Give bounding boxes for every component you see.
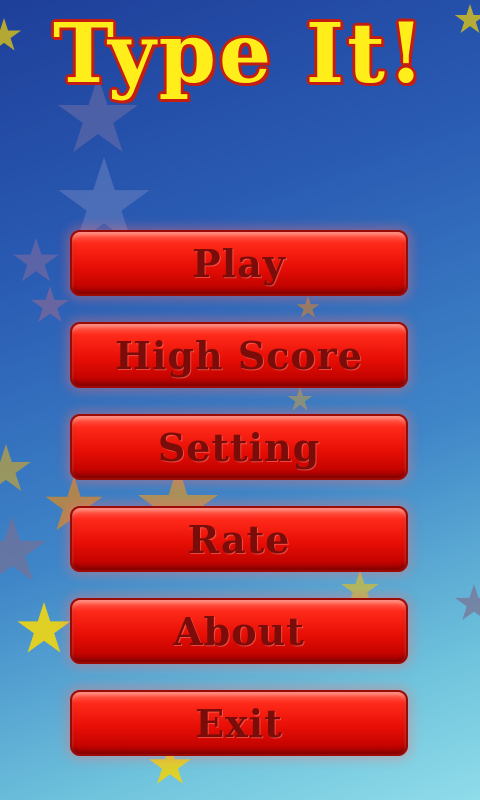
game-title: Type It! bbox=[53, 6, 427, 102]
exit-button-label: Exit bbox=[195, 700, 283, 746]
rate-button-label: Rate bbox=[187, 516, 291, 562]
star-decoration-icon bbox=[17, 602, 71, 653]
star-decoration-icon bbox=[287, 387, 313, 411]
exit-button[interactable]: Exit bbox=[70, 690, 408, 756]
high-score-button-label: High Score bbox=[115, 332, 363, 378]
star-decoration-icon bbox=[13, 238, 59, 282]
about-button[interactable]: About bbox=[70, 598, 408, 664]
setting-button-label: Setting bbox=[157, 424, 321, 470]
star-decoration-icon bbox=[454, 584, 480, 621]
play-button-label: Play bbox=[192, 240, 286, 286]
setting-button[interactable]: Setting bbox=[70, 414, 408, 480]
star-decoration-icon bbox=[296, 296, 320, 318]
star-decoration-icon bbox=[30, 286, 70, 323]
star-background bbox=[0, 4, 480, 784]
main-menu-screen: Type It! Play High Score Setting Rate Ab… bbox=[0, 0, 480, 800]
star-decoration-icon bbox=[0, 444, 31, 492]
high-score-button[interactable]: High Score bbox=[70, 322, 408, 388]
about-button-label: About bbox=[173, 608, 305, 654]
play-button[interactable]: Play bbox=[70, 230, 408, 296]
star-decoration-icon bbox=[0, 516, 47, 582]
rate-button[interactable]: Rate bbox=[70, 506, 408, 572]
